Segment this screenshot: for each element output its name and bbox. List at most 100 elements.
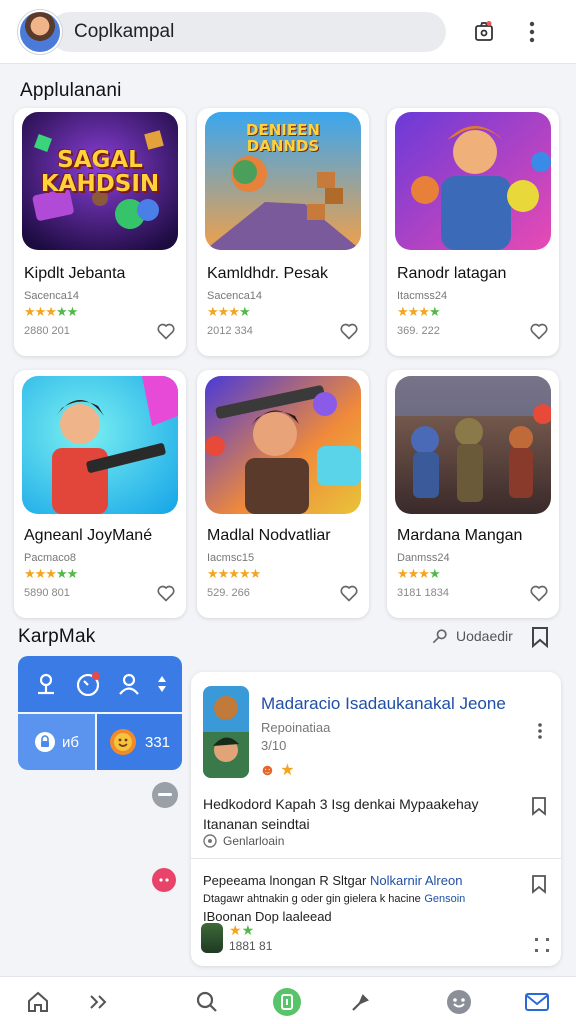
user-avatar[interactable] xyxy=(18,9,62,54)
post-source-link[interactable]: Genlarloain xyxy=(203,834,284,848)
star-emoji-icon: ★ xyxy=(280,762,295,779)
app-developer: Danmss24 xyxy=(397,552,450,564)
search-text: Coplkampal xyxy=(74,20,175,42)
update-link[interactable]: Uodaedir xyxy=(430,626,513,646)
smile-icon[interactable] xyxy=(444,987,474,1017)
bookmark-icon[interactable] xyxy=(531,796,549,816)
search-icon[interactable] xyxy=(192,987,222,1017)
feed-thumbnail xyxy=(203,686,249,778)
app-name: Madlal Nodvatliar xyxy=(207,527,331,544)
app-developer: Sacenca14 xyxy=(207,290,263,302)
app-developer: Iacmsc15 xyxy=(207,552,255,564)
quick-actions-panel: иб 331 xyxy=(18,656,182,770)
update-label: Uodaedir xyxy=(456,628,513,644)
app-rating-stars: ★★★★ xyxy=(397,566,441,581)
app-artwork xyxy=(395,112,551,250)
feed-reactions: ☻ ★ xyxy=(259,760,295,780)
app-rating-stars: ★★★★ xyxy=(207,304,251,319)
app-name: Agneanl JoyMané xyxy=(24,527,153,544)
pin-icon[interactable] xyxy=(346,987,376,1017)
post2-footer: ★★ 1881 81 xyxy=(201,922,272,953)
app-card[interactable]: Madlal Nodvatliar Iacmsc15 ★★★★★ 529. 26… xyxy=(197,370,369,618)
app-rating-stars: ★★★★★ xyxy=(24,566,78,581)
quick-cell-right-label: 331 xyxy=(144,733,171,751)
app-card[interactable]: DENIEEN DANNDS Kamldhdr. Pesak Sacenca14… xyxy=(197,108,369,356)
app-artwork xyxy=(205,376,361,514)
bookmark-icon[interactable] xyxy=(531,874,549,894)
app-artwork: DENIEEN DANNDS xyxy=(205,112,361,250)
smiley-coin-icon xyxy=(109,729,136,755)
heart-icon[interactable] xyxy=(156,321,176,341)
bookmark-icon[interactable] xyxy=(530,626,552,649)
alert-badge-icon[interactable] xyxy=(152,868,176,892)
post2-rating-stars: ★★ xyxy=(229,922,255,938)
app-artwork xyxy=(22,376,178,514)
feed-card[interactable]: Madaracio Isadaukanakal Jeone Repoinatia… xyxy=(191,672,561,966)
globe-icon xyxy=(203,834,217,848)
minus-badge-icon[interactable] xyxy=(152,782,178,808)
app-rating-stars: ★★★★ xyxy=(397,304,441,319)
post2-avatar[interactable] xyxy=(201,922,223,953)
post2-text-accent[interactable]: Nolkarnir Alreon xyxy=(370,873,463,888)
app-meta: 369. 222 xyxy=(397,325,440,337)
post2-text: Pepeeama lnongan R Sltgar Nolkarnir Alre… xyxy=(203,872,533,925)
app-card[interactable]: Agneanl JoyMané Pacmaco8 ★★★★★ 5890 801 xyxy=(14,370,186,618)
heart-icon[interactable] xyxy=(529,583,549,603)
quick-actions-row xyxy=(18,656,182,712)
top-bar: Coplkampal xyxy=(0,0,576,64)
app-developer: Itacmss24 xyxy=(397,290,448,302)
app-card[interactable]: Mardana Mangan Danmss24 ★★★★ 3181 1834 xyxy=(387,370,559,618)
app-rating-stars: ★★★★★ xyxy=(24,304,78,319)
app-name: Ranodr latagan xyxy=(397,265,507,282)
lock-icon xyxy=(35,732,55,752)
camera-icon[interactable] xyxy=(464,12,504,52)
app-meta: 2880 201 xyxy=(24,325,70,337)
app-artwork: SAGAL KAHDSIN xyxy=(22,112,178,250)
post-source-label: Genlarloain xyxy=(223,834,285,848)
app-developer: Sacenca14 xyxy=(24,290,80,302)
feed-title[interactable]: Madaracio Isadaukanakal Jeone xyxy=(261,694,506,714)
quick-cell-coins[interactable]: 331 xyxy=(97,714,182,770)
user-pin-icon[interactable] xyxy=(33,671,59,697)
app-card[interactable]: SAGAL KAHDSIN Kipdlt Jebanta Sacenca14 ★… xyxy=(14,108,186,356)
app-card[interactable]: Ranodr latagan Itacmss24 ★★★★ 369. 222 xyxy=(387,108,559,356)
post2-text-b: Dtagawr ahtnakin g oder gin gielera k ha… xyxy=(203,893,421,905)
app-artwork xyxy=(395,376,551,514)
section-title-karpmak: KarpMak xyxy=(18,626,96,647)
app-name: Mardana Mangan xyxy=(397,527,523,544)
divider xyxy=(191,858,561,859)
mail-icon[interactable] xyxy=(522,987,552,1017)
app-center-icon[interactable] xyxy=(272,987,302,1017)
app-art-title: SAGAL KAHDSIN xyxy=(40,147,160,197)
post-text: Hedkodord Kapah 3 Isg denkai Mypaakehay … xyxy=(203,796,479,832)
quick-cell-lock[interactable]: иб xyxy=(18,714,95,770)
app-meta: 529. 266 xyxy=(207,587,250,599)
sort-icon[interactable] xyxy=(157,674,167,694)
app-developer: Pacmaco8 xyxy=(24,552,76,564)
app-meta: 5890 801 xyxy=(24,587,70,599)
update-icon xyxy=(432,629,447,644)
expand-icon[interactable] xyxy=(535,938,549,952)
app-meta: 2012 334 xyxy=(207,325,253,337)
post2-text-a: Pepeeama lnongan R Sltgar xyxy=(203,873,367,888)
quick-cell-left-label: иб xyxy=(62,733,79,751)
timer-icon[interactable] xyxy=(74,670,102,698)
home-icon[interactable] xyxy=(23,987,53,1017)
app-meta: 3181 1834 xyxy=(397,587,449,599)
feed-meta: 3/10 xyxy=(261,738,287,753)
post2-text-accent2[interactable]: Gensoin xyxy=(424,893,465,905)
smile-emoji-icon: ☻ xyxy=(259,762,276,779)
app-rating-stars: ★★★★★ xyxy=(207,566,261,581)
profile-icon[interactable] xyxy=(116,671,142,697)
heart-icon[interactable] xyxy=(339,583,359,603)
more-vertical-icon[interactable] xyxy=(537,722,553,742)
app-art-title: DENIEEN DANNDS xyxy=(246,121,320,155)
app-name: Kamldhdr. Pesak xyxy=(207,265,328,282)
feed-subtitle: Repoinatiaa xyxy=(261,720,331,735)
forward-icon[interactable] xyxy=(84,987,114,1017)
search-bar[interactable]: Coplkampal xyxy=(50,11,446,52)
heart-icon[interactable] xyxy=(339,321,359,341)
more-vertical-icon[interactable] xyxy=(512,12,552,52)
heart-icon[interactable] xyxy=(156,583,176,603)
heart-icon[interactable] xyxy=(529,321,549,341)
